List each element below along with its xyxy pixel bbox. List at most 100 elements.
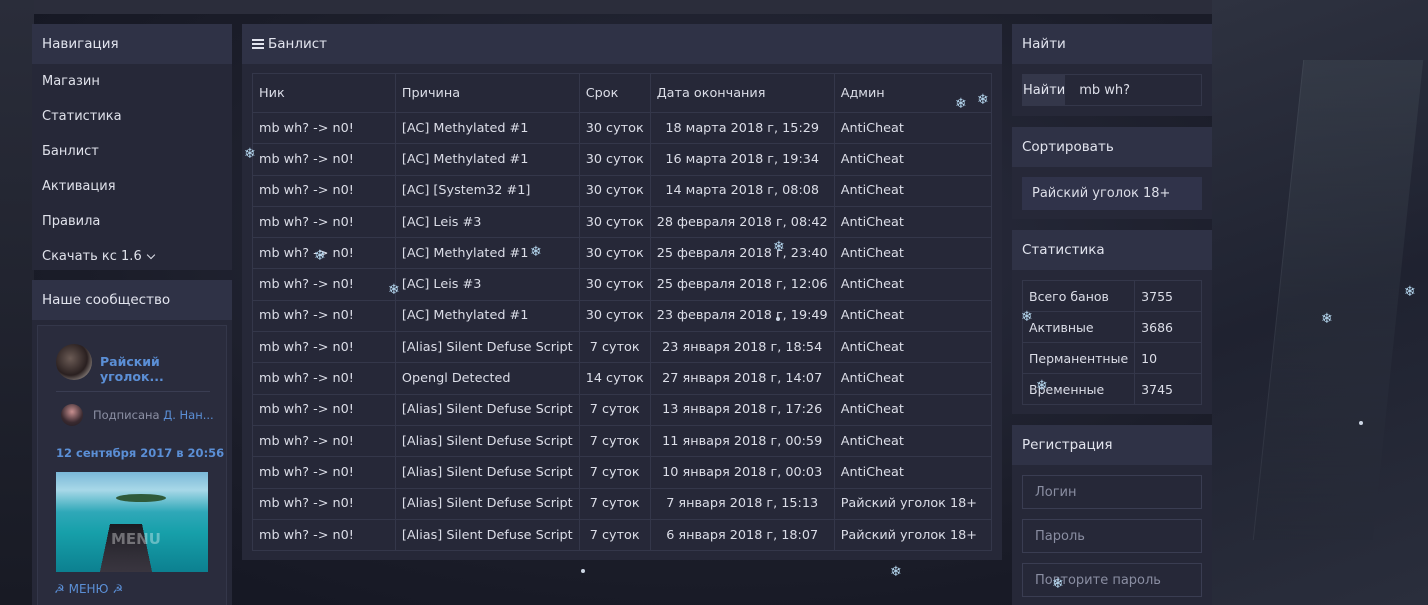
repeat-password-field[interactable] [1022, 563, 1202, 597]
column-header-reason[interactable]: Причина [394, 73, 580, 113]
table-row[interactable]: mb wh? -> n0! [Alias] Silent Defuse Scrip… [252, 393, 993, 426]
menu-link[interactable]: ☭ МЕНЮ ☭ [54, 582, 123, 596]
table-row[interactable]: mb wh? -> n0! [AC] Methylated #1 30 суток 1… [252, 111, 993, 145]
nav-item-rules[interactable]: Правила [32, 204, 232, 239]
cell-term: 30 суток [578, 237, 651, 270]
snow-dot [1359, 421, 1363, 425]
cell-term: 14 суток [578, 362, 651, 395]
group-avatar[interactable] [56, 344, 92, 380]
table-row[interactable]: mb wh? -> n0! [Alias] Silent Defuse Scrip… [252, 487, 993, 520]
stat-value: 3745 [1134, 373, 1202, 405]
community-widget: Райский уголок... Подписана Д. Нан... 12… [37, 325, 227, 605]
cell-term: 7 суток [578, 424, 651, 458]
table-row: Временные 3745 [1021, 373, 1202, 405]
table-row[interactable]: mb wh? -> n0! [Alias] Silent Defuse Scrip… [252, 424, 993, 458]
group-name-link[interactable]: Райский уголок... [100, 354, 226, 384]
column-header-end-date[interactable]: Дата окончания [649, 73, 835, 113]
nav-item-activation[interactable]: Активация [32, 169, 232, 204]
cell-term: 7 суток [578, 331, 651, 364]
cell-end-date: 27 января 2018 г, 14:07 [649, 362, 835, 395]
cell-term: 30 суток [578, 268, 651, 301]
menu-link-label: МЕНЮ [68, 582, 109, 596]
table-row[interactable]: mb wh? -> n0! [Alias] Silent Defuse Scrip… [252, 518, 993, 552]
column-header-term[interactable]: Срок [578, 73, 651, 113]
cell-nick: mb wh? -> n0! [252, 299, 396, 333]
stat-label: Перманентные [1021, 342, 1136, 374]
cell-admin: Райский уголок 18+ [833, 487, 993, 520]
cell-admin: AntiCheat [833, 424, 993, 458]
cell-nick: mb wh? -> n0! [252, 487, 396, 520]
cell-reason: [Alias] Silent Defuse Script [394, 331, 580, 364]
password-field[interactable] [1022, 519, 1202, 553]
cell-term: 7 суток [578, 393, 651, 426]
snowflake-icon: ❄ [1321, 311, 1333, 327]
cell-end-date: 7 января 2018 г, 15:13 [649, 487, 835, 520]
sort-server-option[interactable]: Райский уголок 18+ [1022, 177, 1202, 210]
cell-nick: mb wh? -> n0! [252, 174, 396, 207]
sort-panel: Сортировать Райский уголок 18+ [1012, 127, 1212, 219]
cell-reason: [Alias] Silent Defuse Script [394, 424, 580, 458]
hammer-icon: ☭ [54, 582, 65, 596]
cell-term: 7 суток [578, 456, 651, 489]
search-input[interactable] [1065, 75, 1250, 105]
table-row: Всего банов 3755 [1021, 280, 1202, 312]
island-shape [116, 494, 166, 502]
table-row[interactable]: mb wh? -> n0! [Alias] Silent Defuse Scrip… [252, 456, 993, 489]
find-button[interactable]: Найти [1023, 75, 1066, 105]
registration-panel: Регистрация [1012, 425, 1212, 605]
cell-admin: AntiCheat [833, 111, 993, 145]
table-row[interactable]: mb wh? -> n0! [AC] Methylated #1 30 суток 2… [252, 299, 993, 333]
nav-item-download[interactable]: Скачать кс 1.6 [32, 239, 232, 274]
cell-term: 7 суток [578, 487, 651, 520]
statistics-title: Статистика [1012, 230, 1212, 270]
find-title: Найти [1012, 24, 1212, 64]
cell-admin: AntiCheat [833, 268, 993, 301]
table-row[interactable]: mb wh? -> n0! [AC] Methylated #1 30 суток 1… [252, 143, 993, 176]
snowflake-icon: ❄ [1404, 284, 1416, 300]
cell-reason: [Alias] Silent Defuse Script [394, 518, 580, 552]
table-row[interactable]: mb wh? -> n0! [AC] Leis #3 30 суток 28 февр… [252, 205, 993, 239]
cell-reason: [AC] Leis #3 [394, 205, 580, 239]
cell-admin: AntiCheat [833, 393, 993, 426]
login-field[interactable] [1022, 475, 1202, 509]
column-header-admin[interactable]: Админ [833, 73, 993, 113]
cell-nick: mb wh? -> n0! [252, 111, 396, 145]
cell-reason: [AC] Methylated #1 [394, 237, 580, 270]
nav-item-shop[interactable]: Магазин [32, 64, 232, 99]
post-image[interactable]: MENU [56, 472, 208, 572]
cell-nick: mb wh? -> n0! [252, 393, 396, 426]
signed-text: Подписана Д. Нан... [93, 408, 214, 422]
cell-nick: mb wh? -> n0! [252, 237, 396, 270]
nav-item-statistics[interactable]: Статистика [32, 99, 232, 134]
navigation-panel: Навигация Магазин Статистика Банлист Акт… [32, 24, 232, 270]
table-row: Активные 3686 [1021, 311, 1202, 343]
column-header-nick[interactable]: Ник [252, 73, 396, 113]
list-icon [252, 39, 264, 49]
community-panel: Наше сообщество Райский уголок... Подпис… [32, 280, 232, 605]
signed-member-link[interactable]: Д. Нан... [163, 408, 213, 422]
member-avatar[interactable] [61, 404, 83, 426]
cell-admin: AntiCheat [833, 456, 993, 489]
table-row[interactable]: mb wh? -> n0! [AC] Methylated #1 30 суток 2… [252, 237, 993, 270]
search-form: Найти [1022, 74, 1250, 106]
banlist-header: Банлист [242, 24, 1002, 64]
cell-admin: AntiCheat [833, 174, 993, 207]
cell-term: 30 суток [578, 143, 651, 176]
nav-item-banlist[interactable]: Банлист [32, 134, 232, 169]
cell-term: 30 суток [578, 174, 651, 207]
table-row[interactable]: mb wh? -> n0! Opengl Detected 14 суток 27 я… [252, 362, 993, 395]
table-header-row: Ник Причина Срок Дата окончания Админ [252, 73, 993, 113]
cell-nick: mb wh? -> n0! [252, 424, 396, 458]
table-row[interactable]: mb wh? -> n0! [Alias] Silent Defuse Scrip… [252, 331, 993, 364]
cell-nick: mb wh? -> n0! [252, 331, 396, 364]
table-row: Перманентные 10 [1021, 342, 1202, 374]
cell-admin: AntiCheat [833, 205, 993, 239]
cell-end-date: 25 февраля 2018 г, 23:40 [649, 237, 835, 270]
cell-admin: AntiCheat [833, 331, 993, 364]
community-title: Наше сообщество [32, 280, 232, 320]
snow-dot [581, 569, 585, 573]
table-row[interactable]: mb wh? -> n0! [AC] Leis #3 30 суток 25 февр… [252, 268, 993, 301]
post-date-link[interactable]: 12 сентября 2017 в 20:56 [56, 446, 224, 460]
table-row[interactable]: mb wh? -> n0! [AC] [System32 #1] 30 суток 1… [252, 174, 993, 207]
cell-term: 30 суток [578, 111, 651, 145]
